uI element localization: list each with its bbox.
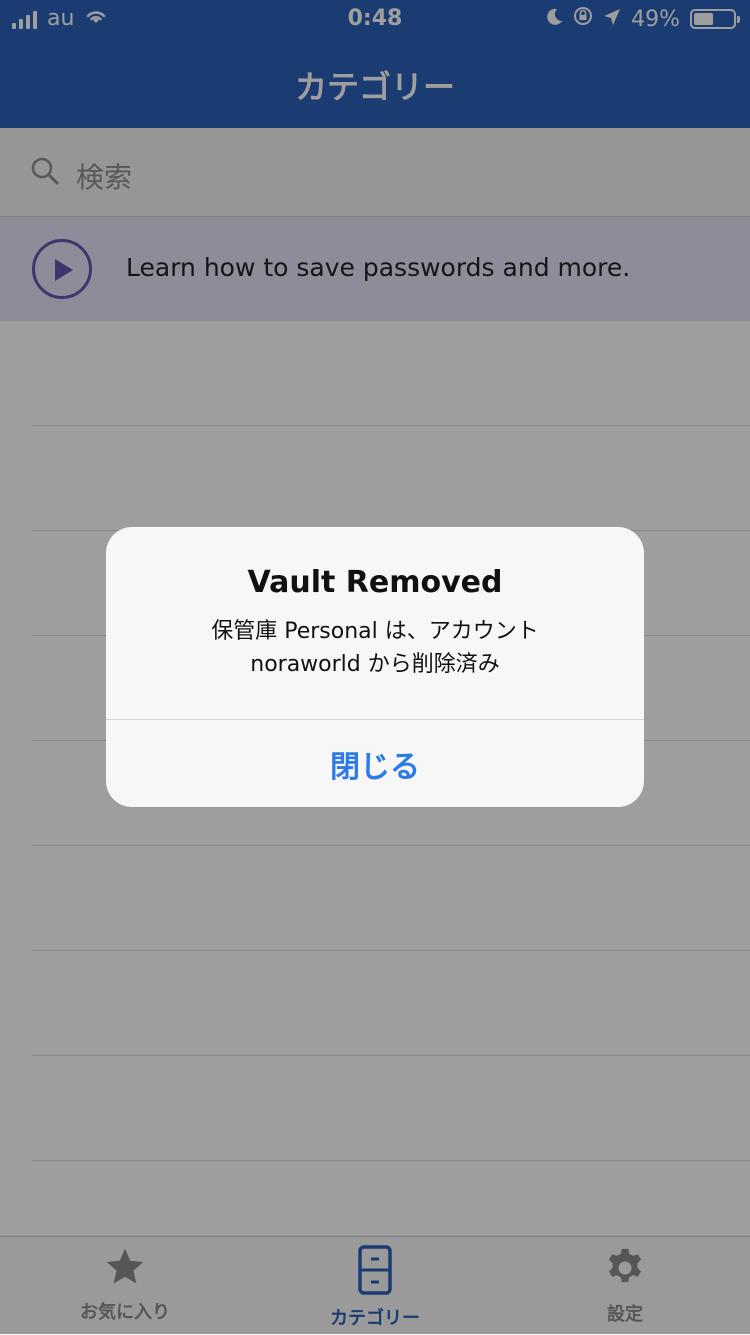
alert-message-line-1: 保管庫 Personal は、アカウント (211, 619, 539, 644)
close-button[interactable]: 閉じる (106, 720, 644, 807)
alert-message: 保管庫 Personal は、アカウント noraworld から削除済み (130, 615, 620, 681)
alert-dialog: Vault Removed 保管庫 Personal は、アカウント noraw… (106, 527, 644, 807)
alert-message-line-2: noraworld から削除済み (250, 652, 500, 677)
alert-title: Vault Removed (247, 565, 503, 600)
